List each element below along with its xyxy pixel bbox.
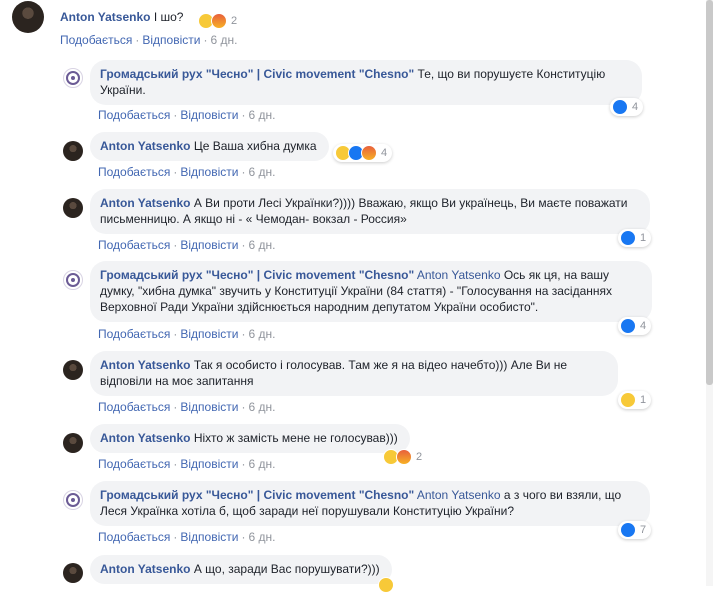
reactions-summary[interactable]: 2	[198, 12, 237, 30]
comment-actions: Подобається · Відповісти · 6 дн.	[60, 33, 238, 47]
timestamp[interactable]: 6 дн.	[248, 238, 275, 252]
comment-text: Ніхто ж замість мене не голосував)))	[193, 431, 398, 445]
reaction-count: 7	[640, 524, 647, 536]
timestamp[interactable]: 6 дн.	[248, 400, 275, 414]
like-icon	[620, 230, 636, 246]
reply-link[interactable]: Відповісти	[180, 400, 238, 414]
comment-author[interactable]: Anton Yatsenko	[60, 10, 150, 24]
timestamp[interactable]: 6 дн.	[248, 327, 275, 341]
comment-actions: Подобається · Відповісти · 6 дн.	[98, 108, 276, 122]
like-link[interactable]: Подобається	[98, 108, 170, 122]
comment-bubble: Громадський рух "Чесно" | Civic movement…	[90, 481, 650, 526]
like-link[interactable]: Подобається	[98, 400, 170, 414]
angry-icon	[396, 449, 412, 465]
avatar[interactable]	[12, 1, 44, 33]
like-icon	[620, 318, 636, 334]
avatar[interactable]	[63, 198, 83, 218]
scrollbar-thumb[interactable]	[706, 0, 713, 385]
reply-link[interactable]: Відповісти	[180, 108, 238, 122]
timestamp[interactable]: 6 дн.	[248, 108, 275, 122]
reactions-summary[interactable]: 4	[333, 144, 393, 162]
reply-link[interactable]: Відповісти	[180, 165, 238, 179]
like-link[interactable]: Подобається	[98, 327, 170, 341]
chesno-logo-icon	[66, 493, 80, 507]
haha-icon	[378, 577, 394, 593]
avatar[interactable]	[63, 433, 83, 453]
like-icon	[620, 522, 636, 538]
like-link[interactable]: Подобається	[98, 530, 170, 544]
reaction-count: 1	[640, 394, 647, 406]
comment-actions: Подобається · Відповісти · 6 дн.	[98, 238, 276, 252]
avatar[interactable]	[63, 141, 83, 161]
reply-link[interactable]: Відповісти	[180, 457, 238, 471]
timestamp[interactable]: 6 дн.	[210, 33, 237, 47]
reaction-count: 4	[632, 101, 639, 113]
angry-icon	[361, 145, 377, 161]
reactions-summary[interactable]: 7	[618, 521, 652, 539]
timestamp[interactable]: 6 дн.	[248, 165, 275, 179]
comment-text: Це Ваша хибна думка	[193, 139, 317, 153]
avatar[interactable]	[63, 563, 83, 583]
reaction-count: 2	[231, 15, 238, 27]
comment-bubble: Громадський рух "Чесно" | Civic movement…	[90, 261, 652, 322]
reply-link[interactable]: Відповісти	[180, 327, 238, 341]
avatar[interactable]	[63, 270, 83, 290]
comment-bubble: Громадський рух "Чесно" | Civic movement…	[90, 60, 642, 105]
comment-bubble: Anton Yatsenko А Ви проти Лесі Українки?…	[90, 189, 650, 234]
comment-mention[interactable]: Anton Yatsenko	[417, 488, 501, 502]
like-link[interactable]: Подобається	[98, 238, 170, 252]
chesno-logo-icon	[66, 71, 80, 85]
like-link[interactable]: Подобається	[98, 457, 170, 471]
reply-link[interactable]: Відповісти	[142, 33, 200, 47]
comment-text: А що, заради Вас порушувати?)))	[193, 562, 380, 576]
reaction-count: 4	[640, 320, 647, 332]
comment-bubble: Anton Yatsenko А що, заради Вас порушува…	[90, 555, 392, 584]
like-icon	[612, 99, 628, 115]
scrollbar-track[interactable]	[706, 0, 713, 586]
reactions-summary[interactable]: 2	[383, 448, 422, 466]
comment-actions: Подобається · Відповісти · 6 дн.	[98, 457, 276, 471]
reactions-summary[interactable]: 1	[618, 391, 652, 409]
avatar[interactable]	[63, 360, 83, 380]
angry-icon	[211, 13, 227, 29]
comment-actions: Подобається · Відповісти · 6 дн.	[98, 165, 276, 179]
comment-author[interactable]: Anton Yatsenko	[100, 358, 190, 372]
reactions-summary[interactable]: 4	[618, 317, 652, 335]
avatar[interactable]	[63, 490, 83, 510]
comment-text: І шо?	[153, 10, 184, 24]
reply-link[interactable]: Відповісти	[180, 530, 238, 544]
comment-author[interactable]: Громадський рух "Чесно" | Civic movement…	[100, 488, 414, 502]
reactions-summary[interactable]	[378, 576, 394, 594]
haha-icon	[620, 392, 636, 408]
reactions-summary[interactable]: 1	[618, 229, 652, 247]
chesno-logo-icon	[66, 273, 80, 287]
timestamp[interactable]: 6 дн.	[248, 530, 275, 544]
comment-bubble: Anton Yatsenko Так я особисто і голосува…	[90, 351, 618, 396]
comment-mention[interactable]: Anton Yatsenko	[417, 268, 501, 282]
avatar[interactable]	[63, 68, 83, 88]
reaction-count: 4	[381, 147, 388, 159]
reactions-summary[interactable]: 4	[610, 98, 644, 116]
like-link[interactable]: Подобається	[98, 165, 170, 179]
comment-author[interactable]: Anton Yatsenko	[100, 139, 190, 153]
reaction-count: 2	[416, 451, 423, 463]
comment-author[interactable]: Anton Yatsenko	[100, 431, 190, 445]
comment-author[interactable]: Громадський рух "Чесно" | Civic movement…	[100, 67, 414, 81]
timestamp[interactable]: 6 дн.	[248, 457, 275, 471]
comment-actions: Подобається · Відповісти · 6 дн.	[98, 530, 276, 544]
comment-author[interactable]: Anton Yatsenko	[100, 196, 190, 210]
comment-actions: Подобається · Відповісти · 6 дн.	[98, 400, 276, 414]
reply-link[interactable]: Відповісти	[180, 238, 238, 252]
comment-author[interactable]: Громадський рух "Чесно" | Civic movement…	[100, 268, 414, 282]
reaction-count: 1	[640, 232, 647, 244]
comment-bubble: Anton Yatsenko Ніхто ж замість мене не г…	[90, 424, 410, 453]
like-link[interactable]: Подобається	[60, 33, 132, 47]
comment-author[interactable]: Anton Yatsenko	[100, 562, 190, 576]
comment-actions: Подобається · Відповісти · 6 дн.	[98, 327, 276, 341]
comment-bubble: Anton Yatsenko І шо?	[60, 9, 183, 25]
comment-bubble: Anton Yatsenko Це Ваша хибна думка	[90, 132, 329, 161]
